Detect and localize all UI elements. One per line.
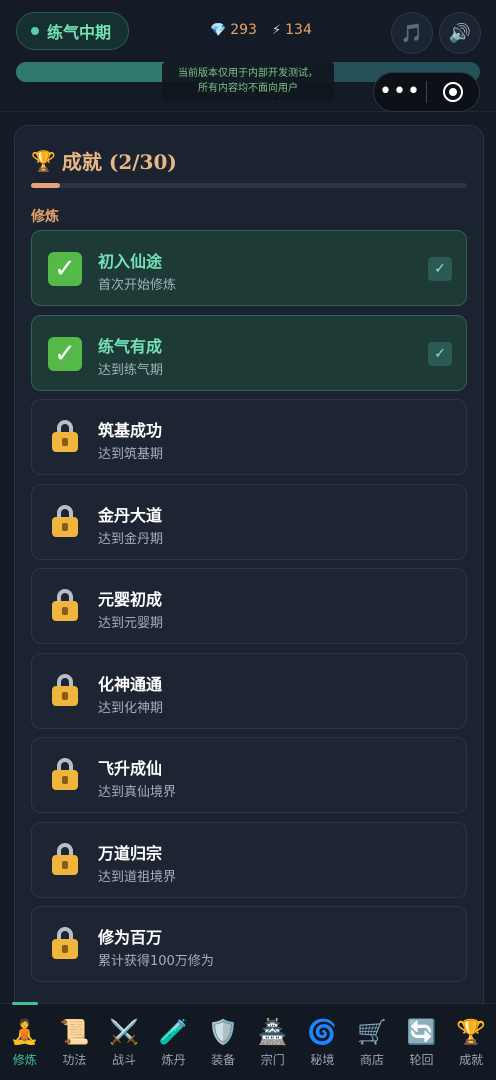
nav-tab-6[interactable]: 🌀 秘境: [298, 1004, 348, 1080]
achievements-progress-bar: [31, 183, 467, 188]
achievement-name: 金丹大道: [98, 505, 163, 525]
achievement-desc: 达到元婴期: [98, 616, 164, 631]
nav-label: 轮回: [409, 1053, 434, 1067]
checkmark-icon: ✓: [46, 249, 84, 287]
achievement-item[interactable]: 修为百万累计获得100万修为: [31, 906, 467, 982]
dev-notice-line2: 所有内容均不面向用户: [198, 83, 298, 94]
achievement-item[interactable]: ✓ 练气有成达到练气期 ✓: [31, 314, 467, 391]
more-options-button[interactable]: •••: [374, 81, 426, 103]
achievement-list: ✓ 初入仙途首次开始修炼 ✓ ✓ 练气有成达到练气期 ✓ 筑基成功达到筑基期金丹大道达到金丹…: [31, 230, 467, 991]
achievement-item[interactable]: 筑基成功 达到筑基期: [31, 399, 467, 475]
achievements-panel: 🏆 成就 (2/30) 修炼 ✓ 初入仙途首次开始修炼 ✓ ✓ 练气有成达到练气期 ✓ 筑基…: [14, 125, 484, 1025]
active-tab-indicator: [12, 1002, 38, 1005]
realm-label: 练气中期: [47, 23, 112, 42]
achievement-desc: 达到道祖境界: [98, 869, 177, 885]
close-miniprogram-button[interactable]: [427, 82, 479, 102]
trophy-icon: 🏆: [31, 148, 56, 173]
bolt-icon: ⚡: [272, 22, 282, 38]
nav-label: 炼丹: [161, 1053, 186, 1067]
nav-icon: 🏆: [456, 1018, 487, 1046]
completed-check-icon: ✓: [428, 341, 452, 366]
achievement-desc: 达到化神期: [98, 700, 164, 716]
nav-tab-1[interactable]: 📜 功法: [50, 1004, 100, 1080]
achievement-item[interactable]: 化神通通 达到化神期: [31, 652, 467, 729]
nav-icon: 🛒: [357, 1018, 387, 1046]
achievements-progress-fill: [31, 183, 61, 188]
panel-title: 🏆 成就 (2/30): [31, 146, 177, 175]
top-bar: 练气中期 💎 293 ⚡ 134 🎵 🔊 修炼速度 2/秒 当前版本仅用于内部开…: [0, 0, 496, 112]
achievement-item[interactable]: ✓ 初入仙途首次开始修炼 ✓: [31, 230, 467, 306]
achievement-name: 筑基成功: [98, 421, 163, 440]
checkmark-icon: ✓: [46, 334, 84, 372]
speaker-icon: 🔊: [448, 22, 472, 44]
nav-label: 修炼: [12, 1053, 37, 1067]
section-label: 修炼: [31, 209, 59, 225]
gem-count: 293: [230, 22, 257, 38]
achievements-title: 成就 (2/30): [61, 150, 177, 174]
nav-icon: 🌀: [307, 1018, 338, 1046]
target-icon: [443, 82, 463, 102]
energy-count: 134: [285, 22, 312, 38]
completed-check-icon: ✓: [428, 257, 452, 281]
achievement-desc: 达到真仙境界: [98, 785, 177, 800]
nav-tab-3[interactable]: 🧪 炼丹: [149, 1004, 199, 1080]
nav-label: 商店: [359, 1053, 384, 1067]
nav-label: 秘境: [310, 1053, 335, 1067]
achievement-item[interactable]: 飞升成仙达到真仙境界: [31, 737, 467, 813]
nav-tab-5[interactable]: 🏯 宗门: [248, 1004, 298, 1080]
achievement-name: 初入仙途: [98, 252, 163, 271]
nav-icon: 🧘: [9, 1018, 40, 1046]
gem-counter: 💎 293: [210, 22, 257, 38]
achievement-item[interactable]: 元婴初成 达到元婴期: [31, 568, 467, 644]
achievement-desc: 达到筑基期: [98, 447, 164, 462]
nav-tab-4[interactable]: 🛡️ 装备: [198, 1004, 248, 1080]
lock-icon: [46, 672, 84, 710]
nav-icon: 🔄: [406, 1018, 437, 1046]
achievement-name: 飞升成仙: [98, 759, 163, 778]
energy-counter: ⚡ 134: [272, 22, 312, 38]
music-button[interactable]: 🎵: [391, 12, 433, 54]
nav-tab-0[interactable]: 🧘 修炼: [0, 1004, 50, 1080]
nav-label: 成就: [459, 1053, 484, 1067]
nav-label: 战斗: [111, 1053, 136, 1067]
nav-label: 宗门: [260, 1053, 285, 1067]
achievement-name: 元婴初成: [98, 590, 163, 609]
lock-icon: [46, 756, 84, 794]
achievement-desc: 达到金丹期: [98, 531, 164, 547]
achievement-desc: 达到练气期: [98, 362, 164, 378]
nav-label: 装备: [211, 1053, 236, 1067]
achievement-desc: 累计获得100万修为: [98, 954, 214, 969]
achievement-desc: 首次开始修炼: [98, 278, 177, 293]
nav-tab-7[interactable]: 🛒 商店: [347, 1004, 397, 1080]
nav-tab-9[interactable]: 🏆 成就: [446, 1004, 496, 1080]
lock-icon: [46, 503, 84, 541]
nav-icon: ⚔️: [109, 1018, 139, 1046]
achievement-item[interactable]: 金丹大道 达到金丹期: [31, 483, 467, 560]
gem-icon: 💎: [210, 22, 227, 38]
realm-badge: 练气中期: [16, 12, 129, 50]
nav-icon: 📜: [59, 1018, 90, 1046]
achievement-name: 练气有成: [98, 336, 163, 356]
miniprogram-capsule: •••: [373, 72, 480, 112]
nav-tab-8[interactable]: 🔄 轮回: [397, 1004, 447, 1080]
bottom-nav: 🧘 修炼 📜 功法 ⚔️ 战斗 🧪 炼丹 🛡️ 装备 🏯 宗门 🌀 秘境 🛒 商店 🔄 轮回 🏆 成就: [0, 1002, 496, 1080]
nav-icon: 🛡️: [208, 1018, 239, 1046]
lock-icon: [46, 587, 84, 625]
status-dot: [31, 27, 39, 35]
achievement-name: 万道归宗: [98, 843, 163, 863]
achievement-name: 修为百万: [98, 928, 163, 947]
nav-icon: 🧪: [158, 1018, 189, 1046]
lock-icon: [46, 418, 84, 456]
nav-tab-2[interactable]: ⚔️ 战斗: [99, 1004, 149, 1080]
nav-label: 功法: [62, 1053, 87, 1067]
music-icon: 🎵: [400, 22, 424, 44]
dev-notice-line1: 当前版本仅用于内部开发测试，: [178, 68, 318, 79]
lock-icon: [46, 925, 84, 963]
achievement-name: 化神通通: [98, 674, 163, 694]
achievement-item[interactable]: 万道归宗达到道祖境界: [31, 821, 467, 898]
lock-icon: [46, 841, 84, 879]
sound-button[interactable]: 🔊: [439, 12, 481, 54]
dev-notice-tooltip: 当前版本仅用于内部开发测试， 所有内容均不面向用户: [162, 62, 334, 100]
nav-icon: 🏯: [257, 1018, 288, 1046]
